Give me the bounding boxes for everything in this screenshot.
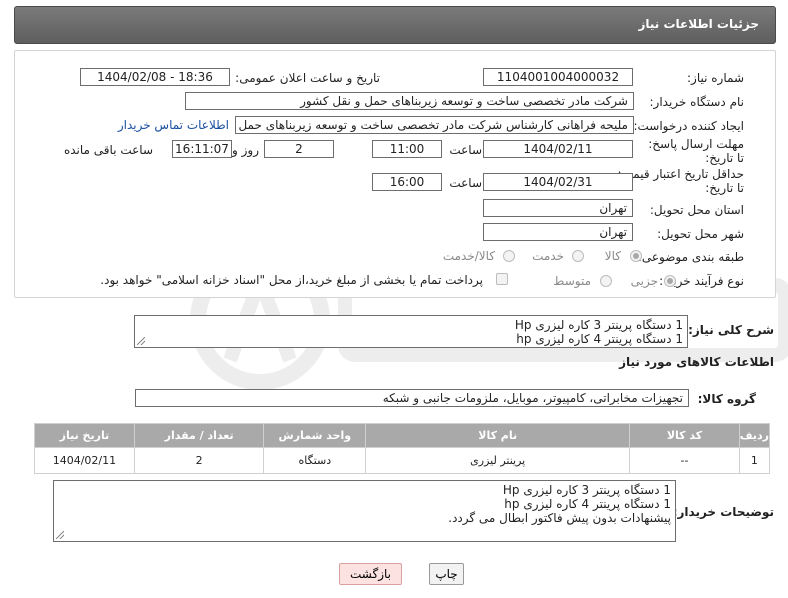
process-minor-radio[interactable] (664, 275, 676, 287)
print-button[interactable]: چاپ (429, 563, 464, 585)
back-button[interactable]: بازگشت (339, 563, 402, 585)
category-goods-label: کالا (604, 249, 621, 263)
announce-datetime-label: تاریخ و ساعت اعلان عمومی: (235, 71, 380, 85)
cell-row-number: 1 (738, 447, 771, 474)
col-header-item-name: نام کالا (365, 423, 631, 448)
col-header-quantity: تعداد / مقدار (133, 423, 265, 448)
need-number-label: شماره نیاز: (687, 71, 744, 85)
general-desc-line: 1 دستگاه پرینتر 3 کاره لیزری Hp (514, 318, 683, 332)
category-goods-service-label: کالا/خدمت (442, 249, 495, 263)
announce-datetime-field: 1404/02/08 - 18:36 (80, 68, 230, 86)
goods-group-label: گروه کالا: (697, 392, 756, 406)
city-label: شهر محل تحویل: (657, 227, 744, 241)
cell-quantity: 2 (133, 447, 265, 474)
time-remaining-field: 16:11:07 (172, 140, 232, 158)
buyer-org-label: نام دستگاه خریدار: (649, 95, 745, 109)
buyer-notes-line: 1 دستگاه پرینتر 3 کاره لیزری Hp (502, 483, 671, 497)
days-and-label: روز و (232, 143, 259, 157)
cell-item-name: پرینتر لیزری (365, 447, 631, 474)
category-goods-service-radio[interactable] (503, 250, 515, 262)
buyer-contact-link[interactable]: اطلاعات تماس خریدار (118, 118, 229, 132)
col-header-need-date: تاریخ نیاز (34, 423, 135, 448)
reply-date-field: 1404/02/11 (483, 140, 633, 158)
category-goods-radio[interactable] (630, 250, 642, 262)
goods-group-field: تجهیزات مخابراتی، کامپیوتر، موبایل، ملزو… (135, 389, 689, 407)
col-header-item-code: کد کالا (629, 423, 740, 448)
resize-handle-icon[interactable] (137, 337, 145, 345)
buyer-notes-textarea[interactable]: 1 دستگاه پرینتر 3 کاره لیزری Hp 1 دستگاه… (53, 480, 676, 542)
validity-time-label: ساعت (449, 176, 482, 190)
process-minor-label: جزیی (630, 274, 658, 288)
hours-remaining-label: ساعت باقی مانده (63, 143, 153, 157)
category-label: طبقه بندی موضوعی: (637, 250, 744, 264)
buyer-notes-label: توضیحات خریدار: (672, 505, 774, 519)
buyer-org-field: شرکت مادر تخصصی ساخت و توسعه زیربناهای ح… (185, 92, 634, 110)
cell-need-date: 1404/02/11 (34, 447, 135, 474)
goods-table: ردیف کد کالا نام کالا واحد شمارش تعداد /… (34, 423, 771, 474)
process-medium-label: متوسط (553, 274, 591, 288)
category-service-label: خدمت (532, 249, 564, 263)
table-row: 1 -- پرینتر لیزری دستگاه 2 1404/02/11 (34, 447, 771, 474)
cell-unit: دستگاه (263, 447, 367, 474)
page-title-bar: جزئیات اطلاعات نیاز (14, 6, 776, 44)
buyer-notes-line: پیشنهادات بدون پیش فاکتور ابطال می گردد. (448, 511, 671, 525)
city-field: تهران (483, 223, 633, 241)
general-desc-label: شرح کلی نیاز: (688, 323, 774, 337)
requester-field: ملیحه فراهانی کارشناس شرکت مادر تخصصی سا… (235, 116, 634, 134)
goods-info-heading: اطلاعات کالاهای مورد نیاز (619, 355, 774, 369)
requester-label: ایجاد کننده درخواست: (633, 119, 744, 133)
table-header-row: ردیف کد کالا نام کالا واحد شمارش تعداد /… (34, 423, 771, 448)
treasury-payment-note: پرداخت تمام یا بخشی از مبلغ خرید،از محل … (100, 273, 483, 287)
reply-deadline-label: مهلت ارسال پاسخ: تا تاریخ: (648, 137, 744, 165)
general-desc-textarea[interactable]: 1 دستگاه پرینتر 3 کاره لیزری Hp 1 دستگاه… (134, 315, 688, 348)
page-title: جزئیات اطلاعات نیاز (638, 17, 759, 31)
validity-time-field: 16:00 (372, 173, 442, 191)
general-desc-line: 1 دستگاه پرینتر 4 کاره لیزری hp (516, 332, 683, 346)
reply-time-field: 11:00 (372, 140, 442, 158)
price-validity-label: حداقل تاریخ اعتبار قیمت: تا تاریخ: (617, 167, 744, 195)
reply-time-label: ساعت (449, 143, 482, 157)
category-service-radio[interactable] (572, 250, 584, 262)
validity-date-field: 1404/02/31 (483, 173, 633, 191)
need-number-field: 1104001004000032 (483, 68, 633, 86)
days-remaining-field: 2 (264, 140, 334, 158)
col-header-unit: واحد شمارش (263, 423, 367, 448)
treasury-payment-checkbox[interactable] (496, 273, 508, 285)
buyer-notes-line: 1 دستگاه پرینتر 4 کاره لیزری hp (504, 497, 671, 511)
resize-handle-icon[interactable] (56, 531, 64, 539)
province-label: استان محل تحویل: (649, 203, 744, 217)
col-header-row-number: ردیف (738, 423, 771, 448)
cell-item-code: -- (629, 447, 740, 474)
process-medium-radio[interactable] (600, 275, 612, 287)
province-field: تهران (483, 199, 633, 217)
